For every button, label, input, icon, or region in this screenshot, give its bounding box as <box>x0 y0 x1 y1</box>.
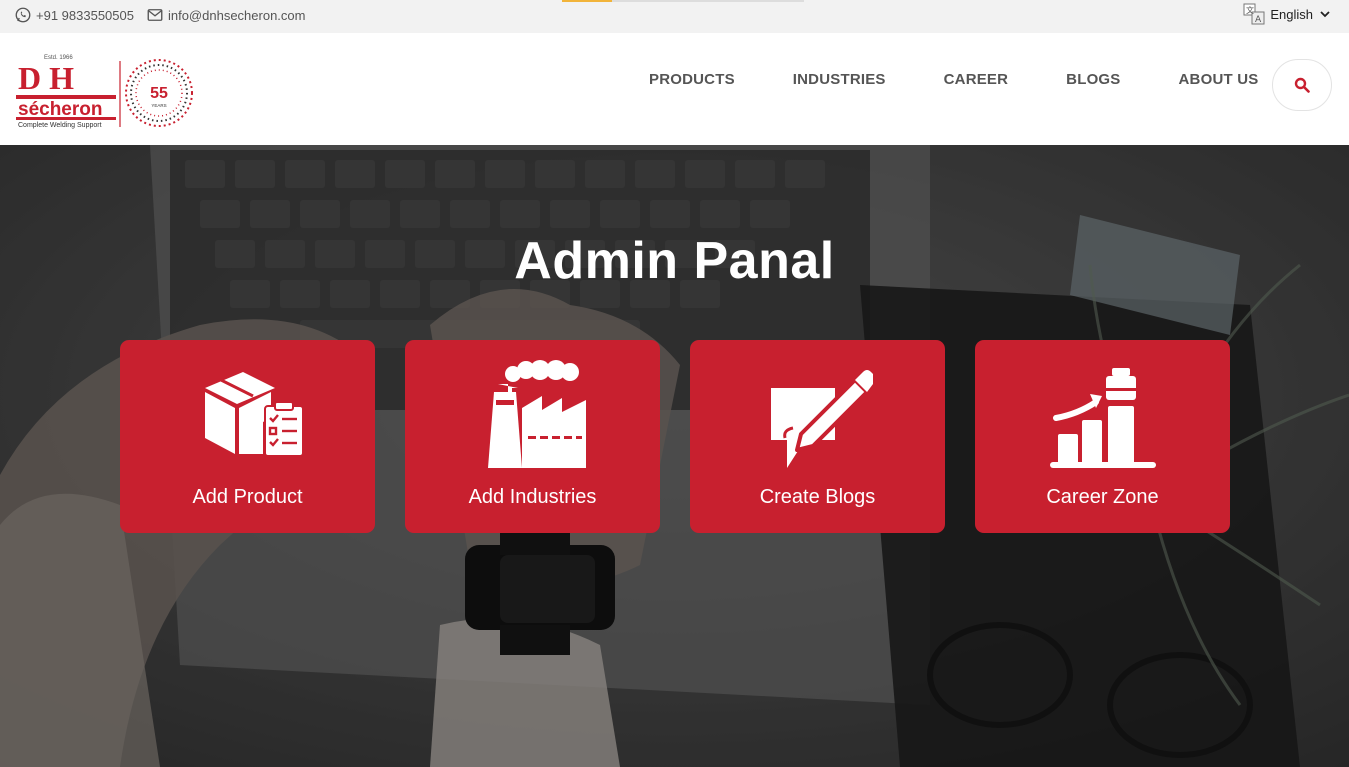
translate-icon: 文A <box>1243 3 1265 25</box>
badge-text: YEARS <box>151 103 166 108</box>
phone-number: +91 9833550505 <box>36 7 134 23</box>
site-header: D H Estd. 1966 sécheron Complete Welding… <box>0 33 1349 145</box>
add-product-card[interactable]: Add Product <box>120 340 375 533</box>
chevron-down-icon <box>1320 11 1330 18</box>
whatsapp-icon <box>15 7 31 23</box>
top-bar: +91 9833550505 info@dnhsecheron.com 文A E… <box>0 0 1349 33</box>
add-product-label: Add Product <box>192 486 303 508</box>
nav-about-us[interactable]: ABOUT US <box>1179 71 1259 88</box>
career-zone-label: Career Zone <box>1046 486 1159 508</box>
create-blogs-card[interactable]: Create Blogs <box>690 340 945 533</box>
search-icon <box>1294 77 1310 93</box>
add-industries-label: Add Industries <box>468 486 597 508</box>
search-button[interactable] <box>1272 59 1332 111</box>
career-zone-card[interactable]: Career Zone <box>975 340 1230 533</box>
nav-career[interactable]: CAREER <box>944 71 1009 88</box>
language-label: English <box>1270 6 1313 22</box>
box-checklist-icon <box>204 372 303 457</box>
nav-industries[interactable]: INDUSTRIES <box>793 71 886 88</box>
logo-est: Estd. 1966 <box>44 55 73 61</box>
svg-text:A: A <box>1255 15 1262 25</box>
add-industries-card[interactable]: Add Industries <box>405 340 660 533</box>
chat-pencil-icon <box>770 370 873 468</box>
logo-brand-top: D H <box>18 60 74 96</box>
logo-tagline: Complete Welding Support <box>18 122 102 129</box>
scroll-progress <box>562 0 804 2</box>
main-nav: PRODUCTS INDUSTRIES CAREER BLOGS ABOUT U… <box>620 71 1287 88</box>
contact-info: +91 9833550505 info@dnhsecheron.com <box>14 6 317 24</box>
svg-text:文: 文 <box>1246 5 1254 15</box>
nav-blogs[interactable]: BLOGS <box>1066 71 1120 88</box>
admin-hero: Admin Panal Add Product Add Industries C… <box>0 145 1349 767</box>
growth-chart-icon <box>1049 368 1156 468</box>
email-address: info@dnhsecheron.com <box>167 7 306 23</box>
logo-brand-name: sécheron <box>18 99 102 120</box>
nav-products[interactable]: PRODUCTS <box>649 71 735 88</box>
mail-icon <box>147 9 163 21</box>
page-title: Admin Panal <box>514 232 835 290</box>
email-link[interactable]: info@dnhsecheron.com <box>146 6 306 24</box>
badge-number: 55 <box>150 85 168 102</box>
create-blogs-label: Create Blogs <box>759 486 876 508</box>
phone-link[interactable]: +91 9833550505 <box>14 6 134 24</box>
brand-logo[interactable]: D H Estd. 1966 sécheron Complete Welding… <box>16 51 196 131</box>
language-selector[interactable]: 文A English <box>1242 2 1335 26</box>
anniversary-badge: 55 YEARS <box>125 59 193 127</box>
factory-icon <box>487 360 586 468</box>
